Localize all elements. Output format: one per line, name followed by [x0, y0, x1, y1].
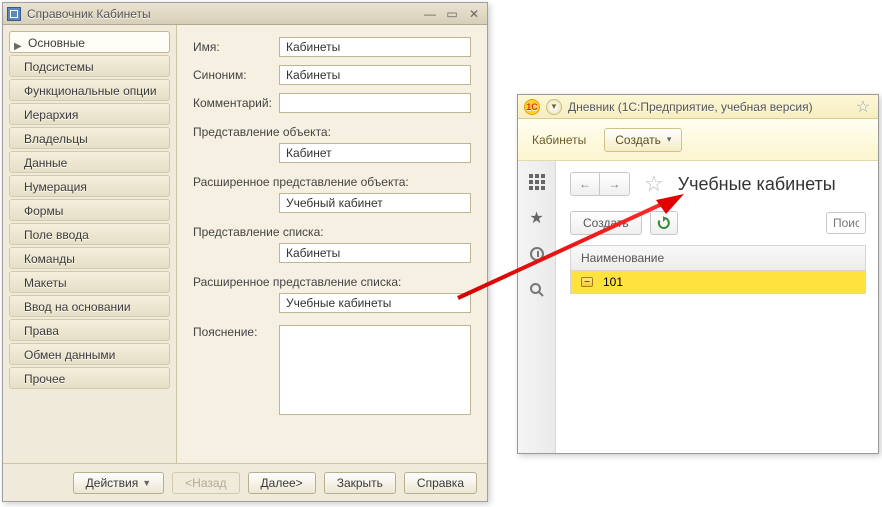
runtime-strip: Кабинеты Создать▾	[518, 119, 878, 161]
list-repr-ext-input[interactable]	[279, 293, 471, 313]
nav-item-templates[interactable]: Макеты	[9, 271, 170, 293]
obj-repr-input[interactable]	[279, 143, 471, 163]
nav-back-button[interactable]: ←	[570, 172, 600, 196]
history-icon[interactable]	[528, 245, 546, 263]
nav-item-data[interactable]: Данные	[9, 151, 170, 173]
app-logo-icon	[524, 99, 540, 115]
synonym-label: Синоним:	[193, 68, 279, 82]
row-cell-name: 101	[603, 275, 623, 289]
table-header-name[interactable]: Наименование	[571, 246, 865, 271]
nav-item-forms[interactable]: Формы	[9, 199, 170, 221]
runtime-toolbar: Создать	[570, 211, 866, 235]
back-button: <Назад	[172, 472, 239, 494]
nav-item-numbering[interactable]: Нумерация	[9, 175, 170, 197]
name-label: Имя:	[193, 40, 279, 54]
runtime-title-bar: ▼ Дневник (1С:Предприятие, учебная верси…	[518, 95, 878, 119]
favorites-icon[interactable]: ★	[528, 209, 546, 227]
favorite-header-icon[interactable]: ☆	[854, 98, 872, 116]
minimize-button[interactable]: —	[421, 7, 439, 21]
runtime-main: ← → ☆ Учебные кабинеты Создать Наименова…	[556, 161, 878, 454]
nav-item-owners[interactable]: Владельцы	[9, 127, 170, 149]
search-icon[interactable]	[528, 281, 546, 299]
title-bar: Справочник Кабинеты — ▭ ✕	[3, 3, 487, 25]
actions-button[interactable]: Действия▼	[73, 472, 165, 494]
list-repr-ext-label: Расширенное представление списка:	[193, 275, 471, 289]
table-row[interactable]: – 101	[571, 271, 865, 293]
help-button[interactable]: Справка	[404, 472, 477, 494]
apps-grid-icon[interactable]	[528, 173, 546, 191]
nav-item-func-opts[interactable]: Функциональные опции	[9, 79, 170, 101]
explain-label: Пояснение:	[193, 325, 279, 415]
comment-input[interactable]	[279, 93, 471, 113]
strip-create-button[interactable]: Создать▾	[604, 128, 682, 152]
obj-repr-ext-label: Расширенное представление объекта:	[193, 175, 471, 189]
comment-label: Комментарий:	[193, 96, 279, 110]
page-heading: Учебные кабинеты	[678, 174, 836, 195]
next-button[interactable]: Далее>	[248, 472, 316, 494]
designer-window: Справочник Кабинеты — ▭ ✕ Основные Подси…	[2, 2, 488, 502]
synonym-input[interactable]	[279, 65, 471, 85]
runtime-table: Наименование – 101	[570, 245, 866, 294]
page-favorite-icon[interactable]: ☆	[644, 171, 664, 197]
toolbar-create-button[interactable]: Создать	[570, 211, 642, 235]
nav-item-rights[interactable]: Права	[9, 319, 170, 341]
nav-item-subsystems[interactable]: Подсистемы	[9, 55, 170, 77]
nav-item-data-exchange[interactable]: Обмен данными	[9, 343, 170, 365]
toolbar-refresh-button[interactable]	[650, 211, 678, 235]
strip-tab[interactable]: Кабинеты	[532, 133, 586, 147]
runtime-window-title: Дневник (1С:Предприятие, учебная версия)	[568, 100, 813, 114]
restore-button[interactable]: ▭	[443, 7, 461, 21]
nav-item-hierarchy[interactable]: Иерархия	[9, 103, 170, 125]
nav-item-commands[interactable]: Команды	[9, 247, 170, 269]
list-repr-label: Представление списка:	[193, 225, 471, 239]
window-controls: — ▭ ✕	[421, 7, 483, 21]
designer-nav: Основные Подсистемы Функциональные опции…	[3, 25, 177, 463]
toolbar-search-input[interactable]	[826, 212, 866, 234]
nav-forward-button[interactable]: →	[600, 172, 630, 196]
nav-item-input-field[interactable]: Поле ввода	[9, 223, 170, 245]
obj-repr-label: Представление объекта:	[193, 125, 471, 139]
runtime-sidebar: ★	[518, 161, 556, 454]
nav-item-input-on-basis[interactable]: Ввод на основании	[9, 295, 170, 317]
nav-item-other[interactable]: Прочее	[9, 367, 170, 389]
title-dropdown-icon[interactable]: ▼	[546, 99, 562, 115]
close-form-button[interactable]: Закрыть	[324, 472, 396, 494]
name-input[interactable]	[279, 37, 471, 57]
obj-repr-ext-input[interactable]	[279, 193, 471, 213]
app-icon	[7, 7, 21, 21]
row-item-icon: –	[581, 277, 593, 287]
runtime-window: ▼ Дневник (1С:Предприятие, учебная верси…	[517, 94, 879, 454]
close-button[interactable]: ✕	[465, 7, 483, 21]
explain-textarea[interactable]	[279, 325, 471, 415]
form-panel: Имя: Синоним: Комментарий: Представление…	[177, 25, 487, 463]
window-title: Справочник Кабинеты	[27, 7, 151, 21]
list-repr-input[interactable]	[279, 243, 471, 263]
nav-item-main[interactable]: Основные	[9, 31, 170, 53]
bottom-bar: Действия▼ <Назад Далее> Закрыть Справка	[3, 463, 487, 501]
